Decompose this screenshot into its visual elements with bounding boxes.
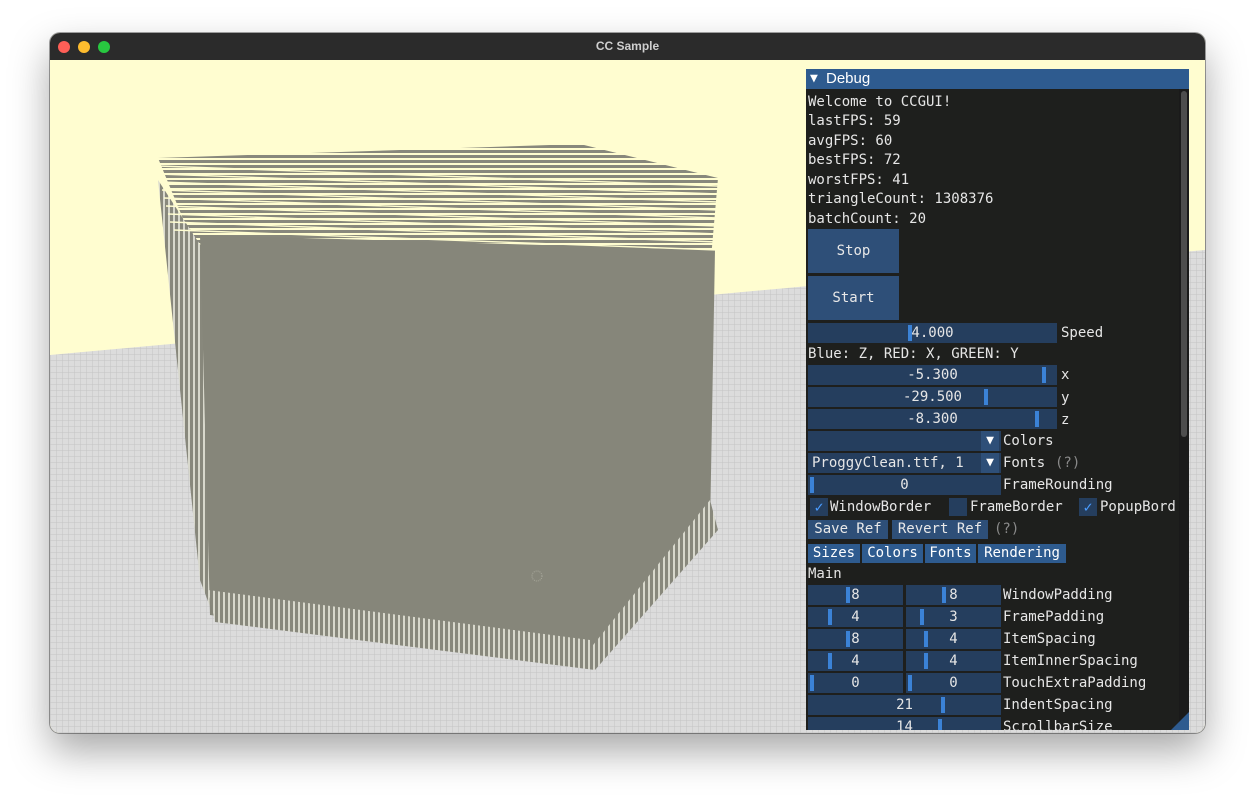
popup-border-label: PopupBord (1100, 499, 1176, 515)
save-ref-button[interactable]: Save Ref (808, 520, 888, 539)
z-slider[interactable]: -8.300 (808, 409, 1057, 429)
indent-spacing-value: 21 (896, 697, 913, 713)
batch-count-text: batchCount: 20 (808, 211, 927, 227)
fonts-help-marker[interactable]: (?) (1055, 454, 1080, 472)
frame-border-label: FrameBorder (970, 499, 1063, 515)
touch-extra-padding-y-value: 0 (949, 675, 958, 691)
resize-grip-icon[interactable] (1171, 712, 1189, 730)
y-label: y (1061, 390, 1070, 406)
frame-rounding-value: 0 (900, 477, 909, 493)
x-label: x (1061, 367, 1070, 383)
item-inner-spacing-x-slider[interactable]: 4 (808, 651, 903, 671)
window-padding-y-slider[interactable]: 8 (906, 585, 1001, 605)
frame-rounding-slider[interactable]: 0 (808, 475, 1001, 495)
triangle-count-text: triangleCount: 1308376 (808, 191, 994, 207)
item-inner-spacing-y-value: 4 (949, 653, 958, 669)
indent-spacing-label: IndentSpacing (1003, 697, 1113, 713)
window-title: CC Sample (595, 39, 660, 53)
window-border-label: WindowBorder (830, 499, 932, 515)
tab-fonts[interactable]: Fonts (925, 544, 976, 563)
fonts-combo[interactable]: ProggyClean.ttf, 1 ▼ (808, 453, 1001, 473)
speed-slider[interactable]: 4.000 (808, 323, 1057, 343)
indent-spacing-slider[interactable]: 21 (808, 695, 1001, 715)
window-padding-label: WindowPadding (1003, 587, 1113, 603)
last-fps-text: lastFPS: 59 (808, 113, 901, 129)
tab-colors[interactable]: Colors (862, 544, 923, 563)
touch-extra-padding-y-slider[interactable]: 0 (906, 673, 1001, 693)
welcome-text: Welcome to CCGUI! (808, 94, 952, 110)
frame-padding-y-value: 3 (949, 609, 958, 625)
window-padding-y-value: 8 (949, 587, 958, 603)
window-padding-x-value: 8 (851, 587, 860, 603)
panel-scrollbar[interactable] (1179, 89, 1189, 730)
frame-rounding-label: FrameRounding (1003, 477, 1113, 493)
chevron-down-icon[interactable]: ▼ (981, 453, 999, 473)
frame-padding-label: FramePadding (1003, 609, 1105, 625)
item-inner-spacing-y-slider[interactable]: 4 (906, 651, 1001, 671)
avg-fps-text: avgFPS: 60 (808, 133, 893, 149)
frame-padding-y-slider[interactable]: 3 (906, 607, 1001, 627)
touch-extra-padding-x-value: 0 (851, 675, 860, 691)
chevron-down-icon[interactable]: ▼ (981, 431, 999, 451)
popup-border-checkbox[interactable]: ✓ (1079, 498, 1097, 516)
speed-value: 4.000 (911, 325, 954, 341)
scrollbar-size-label: ScrollbarSize (1003, 719, 1113, 730)
debug-panel[interactable]: ▼ Debug Welcome to CCGUI! lastFPS: 59 av… (806, 69, 1189, 730)
colors-combo-label: Colors (1003, 433, 1054, 449)
item-spacing-x-slider[interactable]: 8 (808, 629, 903, 649)
scrollbar-size-value: 14 (896, 719, 913, 730)
touch-extra-padding-x-slider[interactable]: 0 (808, 673, 903, 693)
scrollbar-thumb[interactable] (1181, 91, 1187, 437)
item-spacing-label: ItemSpacing (1003, 631, 1096, 647)
ref-help-marker[interactable]: (?) (994, 520, 1019, 538)
worst-fps-text: worstFPS: 41 (808, 172, 910, 188)
colors-combo[interactable]: ▼ (808, 431, 1001, 451)
speed-label: Speed (1061, 325, 1104, 341)
y-value: -29.500 (902, 389, 962, 405)
collapse-triangle-icon[interactable]: ▼ (810, 69, 818, 89)
debug-title-bar[interactable]: ▼ Debug (806, 69, 1189, 89)
app-window: CC Sample ▼ Debug Welcome to CCGUI! last… (50, 33, 1205, 733)
fonts-combo-value: ProggyClean.ttf, 1 (812, 455, 964, 471)
z-label: z (1061, 412, 1070, 428)
fonts-combo-label: Fonts (1003, 455, 1046, 471)
window-border-checkbox[interactable]: ✓ (810, 498, 828, 516)
stop-button[interactable]: Stop (808, 229, 899, 273)
x-value: -5.300 (907, 367, 958, 383)
debug-title: Debug (826, 70, 871, 87)
item-spacing-x-value: 8 (851, 631, 860, 647)
frame-padding-x-slider[interactable]: 4 (808, 607, 903, 627)
title-bar[interactable]: CC Sample (50, 33, 1205, 61)
x-slider[interactable]: -5.300 (808, 365, 1057, 385)
frame-padding-x-value: 4 (851, 609, 860, 625)
item-inner-spacing-label: ItemInnerSpacing (1003, 653, 1138, 669)
axis-legend-text: Blue: Z, RED: X, GREEN: Y (808, 346, 1019, 362)
tab-rendering[interactable]: Rendering (978, 544, 1066, 563)
z-value: -8.300 (907, 411, 958, 427)
frame-border-checkbox[interactable] (949, 498, 967, 516)
revert-ref-button[interactable]: Revert Ref (892, 520, 988, 539)
y-slider[interactable]: -29.500 (808, 387, 1057, 407)
item-spacing-y-slider[interactable]: 4 (906, 629, 1001, 649)
tab-sizes[interactable]: Sizes (808, 544, 860, 563)
scrollbar-size-slider[interactable]: 14 (808, 717, 1001, 730)
item-inner-spacing-x-value: 4 (851, 653, 860, 669)
touch-extra-padding-label: TouchExtraPadding (1003, 675, 1147, 691)
window-padding-x-slider[interactable]: 8 (808, 585, 903, 605)
start-button[interactable]: Start (808, 276, 899, 320)
best-fps-text: bestFPS: 72 (808, 152, 901, 168)
section-main-label: Main (808, 566, 842, 582)
item-spacing-y-value: 4 (949, 631, 958, 647)
